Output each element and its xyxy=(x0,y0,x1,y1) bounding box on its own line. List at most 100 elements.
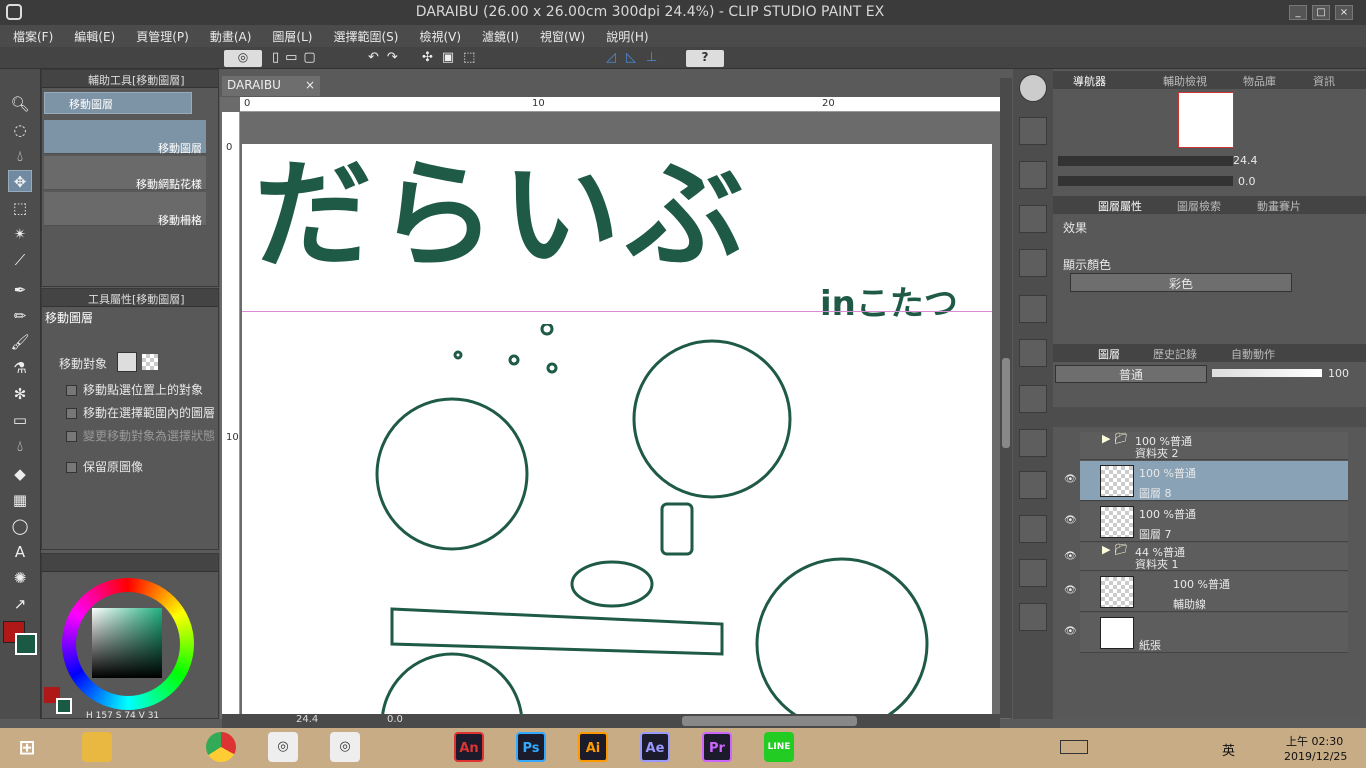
menu-layer[interactable]: 圖層(L) xyxy=(259,25,320,47)
navigator-zoom-value[interactable]: 24.4 xyxy=(1233,154,1258,167)
zoom-icon[interactable]: 🔍︎ xyxy=(8,93,32,115)
sub-tool-group-tab[interactable]: 移動圖層 xyxy=(44,92,192,114)
material-folder-icon[interactable] xyxy=(1019,117,1047,145)
fill-icon[interactable]: ◆ xyxy=(8,463,32,485)
camera-icon[interactable] xyxy=(1019,559,1047,587)
tab-info[interactable]: 資訊 xyxy=(1313,73,1335,89)
material-folder-icon[interactable] xyxy=(1019,385,1047,413)
selection-icon[interactable]: ⬚ xyxy=(8,197,32,219)
menu-file[interactable]: 檔案(F) xyxy=(0,25,61,47)
checkbox[interactable] xyxy=(66,431,77,442)
option-row[interactable]: 移動在選擇範圍內的圖層 xyxy=(66,404,215,421)
lasso-icon[interactable]: ◌ xyxy=(8,119,32,141)
tab-layer[interactable]: 圖層 xyxy=(1098,346,1120,362)
layer-row[interactable]: 👁︎ 100 %普通 輔助線 xyxy=(1064,572,1348,612)
menu-window[interactable]: 視窗(W) xyxy=(527,25,593,47)
ime-indicator[interactable]: 英 xyxy=(1222,740,1235,759)
airbrush-icon[interactable]: ⚗ xyxy=(8,357,32,379)
scroll-thumb[interactable] xyxy=(1002,358,1010,448)
illustrator-icon[interactable]: Ai xyxy=(578,732,608,762)
minimize-button[interactable]: _ xyxy=(1289,5,1307,20)
menu-selection[interactable]: 選擇範圍(S) xyxy=(320,25,406,47)
menu-help[interactable]: 說明(H) xyxy=(593,25,656,47)
opacity-value[interactable]: 100 xyxy=(1328,367,1349,380)
clock-time[interactable]: 上午 02:30 xyxy=(1286,733,1343,749)
checkbox[interactable] xyxy=(66,385,77,396)
rotation-readout[interactable]: 0.0 xyxy=(387,714,403,725)
eye-icon[interactable]: 👁︎ xyxy=(1064,515,1077,526)
material-folder-icon[interactable] xyxy=(1019,471,1047,499)
panel-sub-color[interactable] xyxy=(56,698,72,714)
sub-tool-move-layer[interactable]: 移動圖層 xyxy=(44,120,206,155)
eye-icon[interactable]: 👁︎ xyxy=(1064,626,1077,637)
text-icon[interactable]: A xyxy=(8,541,32,563)
eraser-icon[interactable]: ▭ xyxy=(8,409,32,431)
option-row[interactable]: 移動點選位置上的對象 xyxy=(66,381,203,398)
close-icon[interactable]: × xyxy=(305,78,315,92)
eye-icon[interactable]: 👁︎ xyxy=(1064,551,1077,562)
menu-edit[interactable]: 編輯(E) xyxy=(61,25,123,47)
rotation-slider[interactable] xyxy=(1058,176,1233,186)
clip-studio-icon[interactable]: ◎ xyxy=(224,50,262,67)
layer-row[interactable]: 👁︎ 100 %普通 圖層 8 xyxy=(1064,461,1348,501)
move-tool-icon[interactable]: ✥ xyxy=(8,170,32,192)
menu-page[interactable]: 頁管理(P) xyxy=(123,25,197,47)
blend-mode-select[interactable]: 普通 xyxy=(1055,365,1207,383)
menu-filter[interactable]: 濾鏡(I) xyxy=(469,25,527,47)
windows-start-icon[interactable]: ⊞ xyxy=(12,732,42,762)
material-folder-icon[interactable] xyxy=(1019,161,1047,189)
sub-color-swatch[interactable] xyxy=(15,633,37,655)
tab-layer-property[interactable]: 圖層屬性 xyxy=(1098,198,1142,214)
sub-tool-move-grid[interactable]: 移動柵格 xyxy=(44,192,206,227)
magic-wand-icon[interactable]: ✴ xyxy=(8,223,32,245)
display-color-select[interactable]: 彩色 xyxy=(1070,273,1292,292)
decoration-icon[interactable]: ✻ xyxy=(8,383,32,405)
material-folder-icon[interactable] xyxy=(1019,515,1047,543)
file-commands[interactable]: ▯▭▢ xyxy=(272,50,362,67)
keyboard-icon[interactable] xyxy=(1060,740,1088,754)
tab-navigator[interactable]: 導航器 xyxy=(1073,73,1106,89)
material-folder-icon[interactable] xyxy=(1019,249,1047,277)
tab-auto-action[interactable]: 自動動作 xyxy=(1231,346,1275,362)
help-icon[interactable]: ? xyxy=(686,50,724,67)
opacity-slider[interactable] xyxy=(1212,369,1322,377)
eye-icon[interactable]: 👁︎ xyxy=(1064,585,1077,596)
tab-history[interactable]: 歷史記錄 xyxy=(1153,346,1197,362)
canvas-page[interactable]: だらいぶ inこたつ xyxy=(242,144,992,714)
option-row[interactable]: 保留原圖像 xyxy=(66,458,143,475)
tab-sub-view[interactable]: 輔助檢視 xyxy=(1163,73,1207,89)
checkbox[interactable] xyxy=(66,462,77,473)
horizontal-scrollbar[interactable] xyxy=(682,716,857,726)
transform-icons[interactable]: ✣▣⬚ xyxy=(422,50,512,67)
zoom-readout[interactable]: 24.4 xyxy=(296,714,318,725)
saturation-square[interactable] xyxy=(92,608,162,678)
pencil-icon[interactable]: ✏ xyxy=(8,305,32,327)
layer-row[interactable]: 👁︎ ▶ 📁︎ 44 %普通 資料夾 1 xyxy=(1064,543,1348,571)
maximize-button[interactable]: □ xyxy=(1312,5,1330,20)
vertical-scrollbar[interactable] xyxy=(1000,78,1012,718)
undo-redo-icons[interactable]: ↶↷ xyxy=(368,50,413,67)
balloon-icon[interactable]: ✺ xyxy=(8,567,32,589)
layer-row[interactable]: ▶ 📁︎ 100 %普通 資料夾 2 xyxy=(1080,432,1348,460)
material-folder-icon[interactable] xyxy=(1019,295,1047,323)
clock-date[interactable]: 2019/12/25 xyxy=(1284,750,1347,763)
layer-row[interactable]: 👁︎ 100 %普通 圖層 7 xyxy=(1064,502,1348,542)
chrome-icon[interactable] xyxy=(206,732,236,762)
photoshop-icon[interactable]: Ps xyxy=(516,732,546,762)
figure-icon[interactable]: ◯ xyxy=(8,515,32,537)
pen-icon[interactable]: ✒ xyxy=(8,279,32,301)
material-folder-icon[interactable] xyxy=(1019,429,1047,457)
line-icon[interactable]: LINE xyxy=(764,732,794,762)
brush-icon[interactable]: 🖌︎ xyxy=(8,331,32,353)
eyedropper-icon[interactable]: ⟋ xyxy=(8,249,32,271)
layer-row[interactable]: 👁︎ 紙張 xyxy=(1064,613,1348,653)
animate-icon[interactable]: An xyxy=(454,732,484,762)
gradient-icon[interactable]: ▦ xyxy=(8,489,32,511)
ruler-snap-icons[interactable]: ◿◺⊥ xyxy=(606,50,676,67)
tab-material[interactable]: 物品庫 xyxy=(1243,73,1276,89)
sub-tool-move-tone[interactable]: 移動網點花樣 xyxy=(44,156,206,191)
navigator-preview[interactable] xyxy=(1178,92,1234,148)
navigator-rotation-value[interactable]: 0.0 xyxy=(1238,175,1256,188)
blend-icon[interactable]: 💧︎ xyxy=(8,435,32,457)
option-row[interactable]: 變更移動對象為選擇狀態 xyxy=(66,427,215,444)
